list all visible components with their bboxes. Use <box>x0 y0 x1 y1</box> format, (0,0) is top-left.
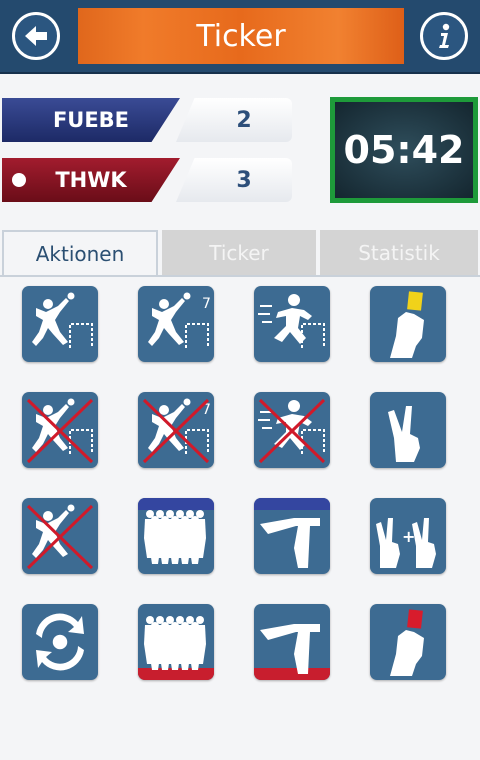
tab-statistik[interactable]: Statistik <box>320 230 478 276</box>
back-button[interactable] <box>12 12 60 60</box>
back-arrow-icon <box>25 26 47 46</box>
action-button-away-team-timeout[interactable] <box>138 604 214 680</box>
two-minute-penalty-icon <box>388 406 420 462</box>
action-button-away-timeout-signal[interactable] <box>254 604 330 680</box>
action-button-home-team-timeout[interactable] <box>138 498 214 574</box>
missed-shot-icon <box>26 398 94 464</box>
home-score: 2 <box>236 107 252 133</box>
action-button-missed-seven-meter[interactable]: 7 <box>138 392 214 468</box>
action-button-missed-fast-break[interactable] <box>254 392 330 468</box>
away-score: 3 <box>236 167 252 193</box>
svg-text:7: 7 <box>202 296 211 312</box>
tab-aktionen[interactable]: Aktionen <box>2 230 158 276</box>
seven-meter-goal-icon: 7 <box>148 292 211 348</box>
double-two-minute-penalty-icon: + <box>376 518 436 568</box>
home-timeout-signal-icon <box>254 498 330 568</box>
away-team-label: THWK <box>2 158 180 202</box>
action-button-double-two-minute-penalty[interactable]: + <box>370 498 446 574</box>
action-button-goal[interactable] <box>22 286 98 362</box>
action-button-missed-shot[interactable] <box>22 392 98 468</box>
away-team-timeout-icon <box>138 616 214 680</box>
missed-seven-meter-icon: 7 <box>142 398 211 464</box>
away-score-box: 3 <box>176 158 292 202</box>
info-button[interactable] <box>420 12 468 60</box>
possession-ball-icon <box>12 173 26 187</box>
clock-time: 05:42 <box>343 128 465 172</box>
missed-fast-break-icon <box>258 398 326 464</box>
action-button-two-minute-penalty[interactable] <box>370 392 446 468</box>
home-score-box: 2 <box>176 98 292 142</box>
action-button-fast-break-goal[interactable] <box>254 286 330 362</box>
action-button-red-card[interactable] <box>370 604 446 680</box>
goal-icon <box>32 292 93 348</box>
substitution-icon <box>36 613 84 671</box>
home-team-name: FUEBE <box>52 108 130 132</box>
tab-bar: Aktionen Ticker Statistik <box>0 230 480 276</box>
tab-divider <box>0 275 480 277</box>
action-button-yellow-card[interactable] <box>370 286 446 362</box>
tab-ticker[interactable]: Ticker <box>162 230 316 276</box>
action-button-home-timeout-signal[interactable] <box>254 498 330 574</box>
yellow-card-icon <box>390 291 424 358</box>
away-timeout-signal-icon <box>254 624 330 680</box>
away-team-name: THWK <box>55 168 127 192</box>
home-team-timeout-icon <box>138 498 214 564</box>
home-team-label: FUEBE <box>2 98 180 142</box>
info-icon <box>439 23 450 48</box>
game-clock[interactable]: 05:42 <box>330 97 478 203</box>
title-banner: Ticker <box>78 8 404 64</box>
app-header: Ticker <box>0 0 480 74</box>
technical-fault-icon <box>26 504 94 570</box>
action-button-substitution[interactable] <box>22 604 98 680</box>
page-title: Ticker <box>196 18 286 54</box>
red-card-icon <box>390 609 424 676</box>
action-button-seven-meter-goal[interactable]: 7 <box>138 286 214 362</box>
action-button-technical-fault[interactable] <box>22 498 98 574</box>
fast-break-goal-icon <box>258 294 325 348</box>
